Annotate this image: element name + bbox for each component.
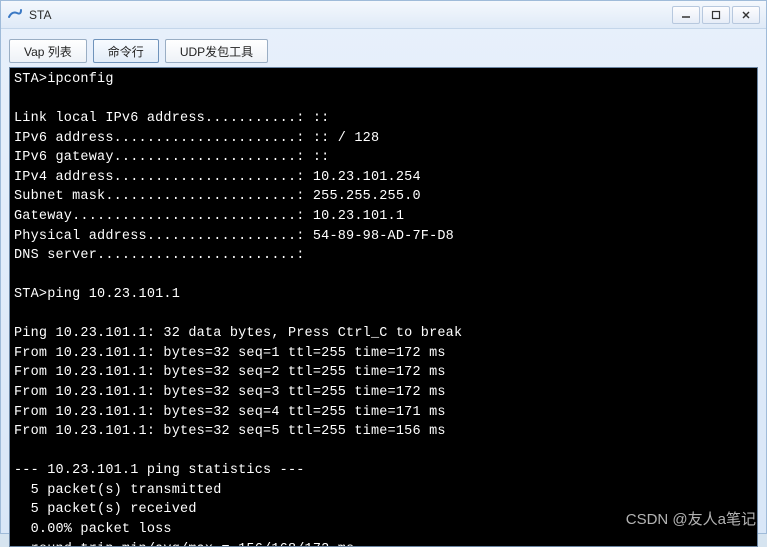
tab-udp-tool[interactable]: UDP发包工具 <box>165 39 268 63</box>
terminal-line: From 10.23.101.1: bytes=32 seq=3 ttl=255… <box>14 383 753 403</box>
terminal-line: IPv6 address......................: :: /… <box>14 129 753 149</box>
app-icon <box>7 7 23 23</box>
terminal-line: From 10.23.101.1: bytes=32 seq=5 ttl=255… <box>14 422 753 442</box>
terminal-line: --- 10.23.101.1 ping statistics --- <box>14 461 753 481</box>
window-title: STA <box>29 8 672 22</box>
terminal-line: STA>ping 10.23.101.1 <box>14 285 753 305</box>
terminal-line: From 10.23.101.1: bytes=32 seq=1 ttl=255… <box>14 344 753 364</box>
terminal-line: Ping 10.23.101.1: 32 data bytes, Press C… <box>14 324 753 344</box>
app-window: STA Vap 列表 命令行 UDP发包工具 STA>ipconfig Link… <box>0 0 767 534</box>
close-button[interactable] <box>732 6 760 24</box>
terminal-line: Gateway...........................: 10.2… <box>14 207 753 227</box>
terminal-line: Subnet mask.......................: 255.… <box>14 187 753 207</box>
terminal-line: From 10.23.101.1: bytes=32 seq=2 ttl=255… <box>14 363 753 383</box>
terminal-line: IPv4 address......................: 10.2… <box>14 168 753 188</box>
window-controls <box>672 6 760 24</box>
terminal-panel: STA>ipconfig Link local IPv6 address....… <box>9 67 758 547</box>
terminal-line: STA>ipconfig <box>14 70 753 90</box>
titlebar: STA <box>1 1 766 29</box>
tab-cmdline[interactable]: 命令行 <box>93 39 159 63</box>
terminal-line <box>14 305 753 325</box>
minimize-button[interactable] <box>672 6 700 24</box>
terminal-output[interactable]: STA>ipconfig Link local IPv6 address....… <box>10 68 757 547</box>
terminal-line: Link local IPv6 address...........: :: <box>14 109 753 129</box>
terminal-line: DNS server........................: <box>14 246 753 266</box>
terminal-line: 0.00% packet loss <box>14 520 753 540</box>
terminal-line <box>14 90 753 110</box>
maximize-button[interactable] <box>702 6 730 24</box>
terminal-line: 5 packet(s) received <box>14 500 753 520</box>
terminal-line <box>14 266 753 286</box>
terminal-line <box>14 442 753 462</box>
tab-vap-list[interactable]: Vap 列表 <box>9 39 87 63</box>
terminal-line: Physical address..................: 54-8… <box>14 227 753 247</box>
terminal-line: 5 packet(s) transmitted <box>14 481 753 501</box>
terminal-line: From 10.23.101.1: bytes=32 seq=4 ttl=255… <box>14 403 753 423</box>
tab-bar: Vap 列表 命令行 UDP发包工具 <box>1 29 766 67</box>
terminal-line: round-trip min/avg/max = 156/168/172 ms <box>14 540 753 547</box>
terminal-line: IPv6 gateway......................: :: <box>14 148 753 168</box>
